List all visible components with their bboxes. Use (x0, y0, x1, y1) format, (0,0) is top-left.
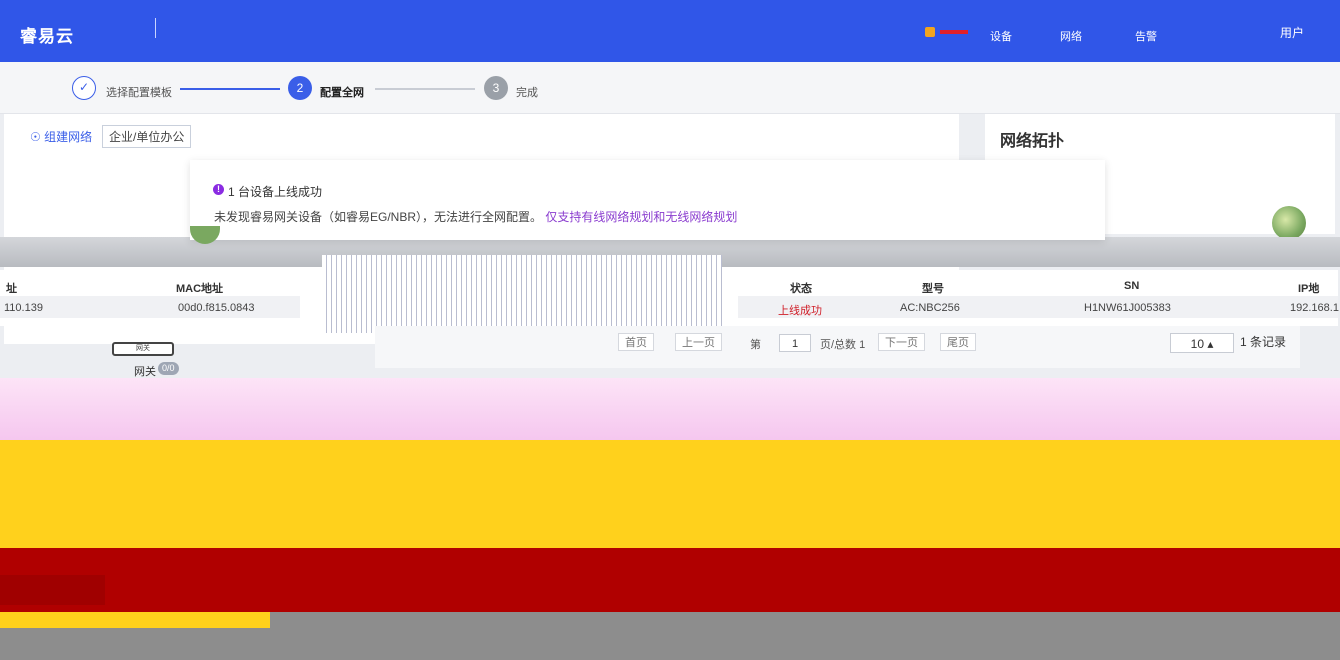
gateway-device-icon[interactable]: 网关 (112, 342, 174, 356)
user-menu[interactable]: 用户 (1280, 24, 1304, 41)
nav-menu-devices[interactable]: 设备 (990, 28, 1012, 44)
notice-plan-link[interactable]: 仅支持有线网络规划和无线网络规划 (545, 210, 737, 224)
step-connector (180, 88, 280, 90)
column-header-model: 型号 (922, 283, 944, 295)
user-icon: ☉ (30, 130, 45, 144)
overlay-band-red (0, 548, 1340, 612)
step-1-check-icon: ✓ (72, 76, 96, 100)
first-page-button[interactable]: 首页 (618, 333, 654, 351)
loading-overlay (322, 255, 722, 333)
prev-page-button[interactable]: 上一页 (675, 333, 722, 351)
tab-build-network-label: 组建网络 (44, 130, 93, 144)
column-header-mac: MAC地址 (176, 283, 224, 295)
tab-build-network[interactable]: ☉ 组建网络 (30, 128, 92, 145)
column-header-ip-address: IP地 (1298, 283, 1320, 295)
step-connector (375, 88, 475, 90)
cell-ip-address: 192.168.1 (1290, 302, 1339, 314)
gateway-label: 网关 (134, 366, 156, 378)
page-size-select[interactable]: 10 ▴ (1170, 333, 1234, 353)
column-header-sn: SN (1124, 280, 1140, 292)
cell-sn: H1NW61J005383 (1084, 302, 1171, 314)
step-1-label: 选择配置模板 (106, 87, 172, 99)
notification-icon[interactable] (925, 27, 935, 37)
nav-menu-network[interactable]: 网络 (1060, 28, 1082, 44)
overlay-band-red-block (0, 575, 105, 605)
step-2-label: 配置全网 (320, 87, 364, 99)
topology-title: 网络拓扑 (1000, 133, 1065, 150)
step-3-label: 完成 (516, 87, 538, 99)
cell-model: AC:NBC256 (900, 302, 960, 314)
record-count: 1 条记录 (1240, 335, 1287, 349)
page-total: 页/总数 1 (820, 339, 866, 351)
notice-message-text: 未发现睿易网关设备（如睿易EG/NBR），无法进行全网配置。 (214, 210, 543, 224)
tab-enterprise-office[interactable]: 企业/单位办公 (102, 125, 192, 148)
brand-divider (155, 18, 156, 38)
device-online-notice (190, 160, 1105, 240)
cell-status: 上线成功 (778, 305, 822, 317)
step-2-number: 2 (288, 76, 312, 100)
page-number-input[interactable]: 1 (779, 334, 811, 352)
next-page-button[interactable]: 下一页 (878, 333, 925, 351)
cell-ip: 110.139 (4, 302, 43, 314)
column-header-ip: 址 (6, 283, 17, 295)
overlay-band-yellow-strip (0, 612, 270, 628)
gateway-count-badge: 0/0 (158, 362, 179, 375)
page-prefix: 第 (750, 339, 761, 351)
brand-logo[interactable]: 睿易云 (20, 22, 74, 47)
overlay-band-grey-left (0, 628, 270, 660)
cell-mac: 00d0.f815.0843 (178, 302, 255, 314)
notice-title: 1 台设备上线成功 (228, 185, 323, 199)
assistant-avatar-icon[interactable] (1272, 206, 1306, 240)
nav-menu-alerts[interactable]: 告警 (1135, 28, 1157, 44)
alert-indicator (940, 30, 968, 34)
step-3-number: 3 (484, 76, 508, 100)
last-page-button[interactable]: 尾页 (940, 333, 976, 351)
info-icon: ! (213, 184, 224, 195)
top-navigation-bar: 睿易云 设备 网络 告警 用户 (0, 0, 1340, 62)
table-row[interactable] (0, 296, 300, 318)
overlay-band-pink (0, 378, 1340, 440)
table-row[interactable] (738, 296, 1338, 318)
column-header-status: 状态 (790, 283, 812, 295)
overlay-band-grey (270, 612, 1340, 660)
notice-message: 未发现睿易网关设备（如睿易EG/NBR），无法进行全网配置。 仅支持有线网络规划… (214, 208, 737, 225)
